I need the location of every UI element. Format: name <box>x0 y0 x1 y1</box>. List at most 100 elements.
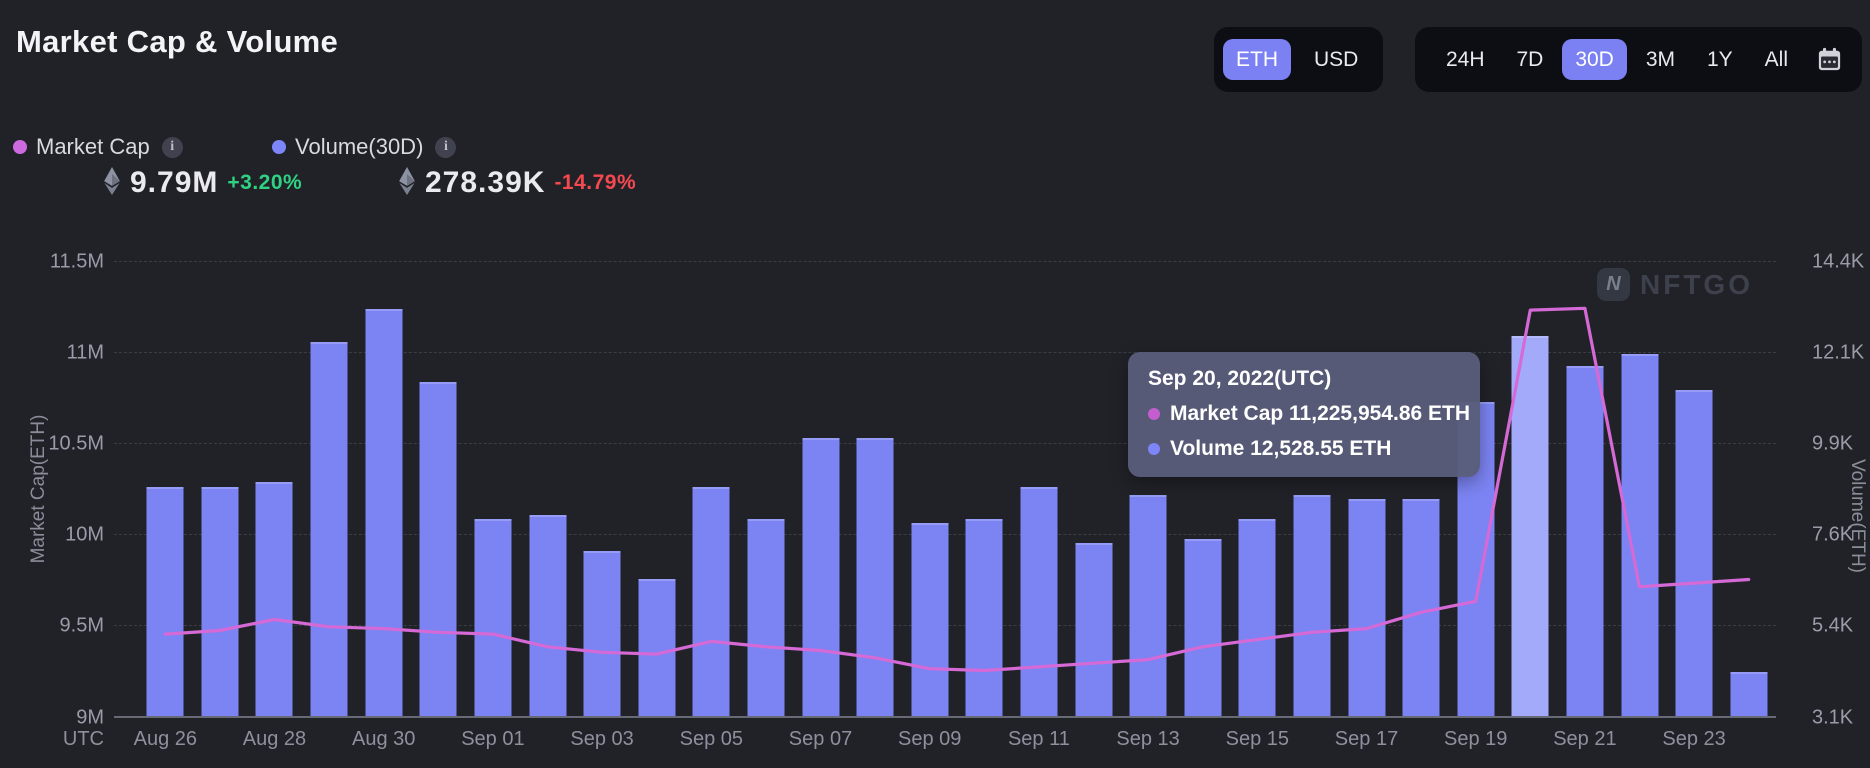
x-axis-label: Sep 05 <box>680 728 743 751</box>
volume-bar-aug-31[interactable] <box>420 382 457 716</box>
volume-value: 278.39K <box>425 166 545 200</box>
x-axis-label: Sep 21 <box>1553 728 1616 751</box>
volume-bar-aug-29[interactable] <box>311 342 348 716</box>
volume-bar-sep-11[interactable] <box>1020 487 1057 717</box>
right-axis-tick: 3.1K <box>1812 707 1853 730</box>
x-axis-label: Sep 07 <box>789 728 852 751</box>
x-axis-label: Aug 26 <box>134 728 197 751</box>
x-axis-label: Sep 15 <box>1226 728 1289 751</box>
volume-dot-icon <box>272 140 286 154</box>
legend-market-cap-label: Market Cap <box>36 134 150 160</box>
volume-bar-sep-17[interactable] <box>1348 499 1385 716</box>
left-axis-tick: 11M <box>67 342 104 365</box>
right-axis-tick: 14.4K <box>1812 251 1864 274</box>
tooltip-value: Volume 12,528.55 ETH <box>1170 437 1391 461</box>
volume-bar-sep-15[interactable] <box>1239 519 1276 716</box>
tooltip-dot-icon <box>1148 408 1160 420</box>
volume-change: -14.79% <box>554 171 636 195</box>
range-option-30d[interactable]: 30D <box>1562 39 1627 80</box>
nftgo-watermark: N NFTGO <box>1597 268 1753 301</box>
nftgo-logo-text: NFTGO <box>1640 269 1753 301</box>
x-axis-label: Sep 09 <box>898 728 961 751</box>
volume-value-block: 278.39K -14.79% <box>398 166 636 200</box>
x-axis-label: Sep 03 <box>570 728 633 751</box>
x-axis-label: Sep 13 <box>1116 728 1179 751</box>
currency-option-usd[interactable]: USD <box>1301 39 1371 80</box>
x-axis-label: Sep 23 <box>1662 728 1725 751</box>
x-axis-label: Sep 19 <box>1444 728 1507 751</box>
time-range-buttons: 24H7D30D3M1YAll <box>1433 39 1801 80</box>
volume-bar-sep-18[interactable] <box>1403 499 1440 716</box>
volume-bar-aug-30[interactable] <box>365 309 402 716</box>
legend-volume[interactable]: Volume(30D) i <box>272 134 456 160</box>
left-axis-tick: 9.5M <box>60 615 104 638</box>
volume-bar-sep-24[interactable] <box>1730 672 1767 716</box>
left-axis-title: Market Cap(ETH) <box>28 414 50 563</box>
tooltip-dot-icon <box>1148 443 1160 455</box>
x-axis-label: Aug 28 <box>243 728 306 751</box>
range-option-all[interactable]: All <box>1752 39 1801 80</box>
tooltip-date: Sep 20, 2022(UTC) <box>1148 367 1460 391</box>
x-axis-label: Aug 30 <box>352 728 415 751</box>
nftgo-logo-icon: N <box>1597 268 1630 301</box>
volume-bar-aug-27[interactable] <box>201 487 238 717</box>
tooltip-row: Volume 12,528.55 ETH <box>1148 437 1460 461</box>
x-axis-label: Sep 11 <box>1008 728 1070 751</box>
volume-bar-sep-07[interactable] <box>802 438 839 716</box>
volume-bar-sep-01[interactable] <box>474 519 511 716</box>
left-axis-tick: 9M <box>76 707 104 730</box>
volume-bar-sep-22[interactable] <box>1621 354 1658 716</box>
volume-bar-sep-05[interactable] <box>693 487 730 717</box>
left-axis-tick: 10.5M <box>48 433 104 456</box>
eth-diamond-icon <box>398 167 416 200</box>
currency-toggle: ETHUSD <box>1214 27 1383 92</box>
info-icon[interactable]: i <box>162 137 183 158</box>
volume-bar-sep-14[interactable] <box>1184 539 1221 716</box>
market-cap-value-block: 9.79M +3.20% <box>103 166 302 200</box>
volume-bar-sep-10[interactable] <box>966 519 1003 716</box>
gridline: 9M3.1K <box>114 716 1776 718</box>
volume-bar-sep-03[interactable] <box>584 551 621 716</box>
tooltip-row: Market Cap 11,225,954.86 ETH <box>1148 402 1460 426</box>
range-option-3m[interactable]: 3M <box>1633 39 1688 80</box>
volume-bar-sep-20[interactable] <box>1512 336 1549 716</box>
volume-bar-aug-28[interactable] <box>256 482 293 716</box>
volume-bar-sep-21[interactable] <box>1566 366 1603 716</box>
volume-bar-aug-26[interactable] <box>147 487 184 717</box>
range-option-1y[interactable]: 1Y <box>1694 39 1746 80</box>
volume-bar-sep-02[interactable] <box>529 515 566 716</box>
page-title: Market Cap & Volume <box>16 24 338 60</box>
volume-bar-sep-09[interactable] <box>911 523 948 716</box>
market-cap-value: 9.79M <box>130 166 218 200</box>
volume-bar-sep-06[interactable] <box>747 519 784 716</box>
legend-market-cap[interactable]: Market Cap i <box>13 134 183 160</box>
right-axis-tick: 9.9K <box>1812 433 1853 456</box>
market-cap-volume-panel: Market Cap & Volume ETHUSD 24H7D30D3M1YA… <box>0 0 1870 768</box>
volume-bar-sep-13[interactable] <box>1130 495 1167 716</box>
left-axis-tick: 10M <box>65 524 104 547</box>
right-axis-tick: 5.4K <box>1812 615 1853 638</box>
volume-bar-sep-12[interactable] <box>1075 543 1112 716</box>
range-option-7d[interactable]: 7D <box>1504 39 1557 80</box>
x-axis-label: Sep 01 <box>461 728 524 751</box>
market-cap-dot-icon <box>13 140 27 154</box>
plot-area: 11.5M14.4K11M12.1K10.5M9.9K10M7.6K9.5M5.… <box>138 261 1776 716</box>
right-axis-tick: 12.1K <box>1812 342 1864 365</box>
volume-bar-sep-23[interactable] <box>1676 390 1713 716</box>
currency-option-eth[interactable]: ETH <box>1223 39 1291 80</box>
tooltip-value: Market Cap 11,225,954.86 ETH <box>1170 402 1470 426</box>
legend-volume-label: Volume(30D) <box>295 134 423 160</box>
range-option-24h[interactable]: 24H <box>1433 39 1498 80</box>
utc-label: UTC <box>63 728 104 751</box>
time-range-toggle: 24H7D30D3M1YAll <box>1415 27 1862 92</box>
left-axis-tick: 11.5M <box>50 251 104 274</box>
x-axis-label: Sep 17 <box>1335 728 1398 751</box>
volume-bar-sep-16[interactable] <box>1293 495 1330 716</box>
volume-bar-sep-08[interactable] <box>857 438 894 716</box>
calendar-icon[interactable] <box>1815 45 1844 74</box>
info-icon[interactable]: i <box>435 137 456 158</box>
volume-bar-sep-04[interactable] <box>638 579 675 716</box>
eth-diamond-icon <box>103 167 121 200</box>
volume-bars <box>138 261 1776 716</box>
chart-tooltip: Sep 20, 2022(UTC) Market Cap 11,225,954.… <box>1128 352 1480 477</box>
